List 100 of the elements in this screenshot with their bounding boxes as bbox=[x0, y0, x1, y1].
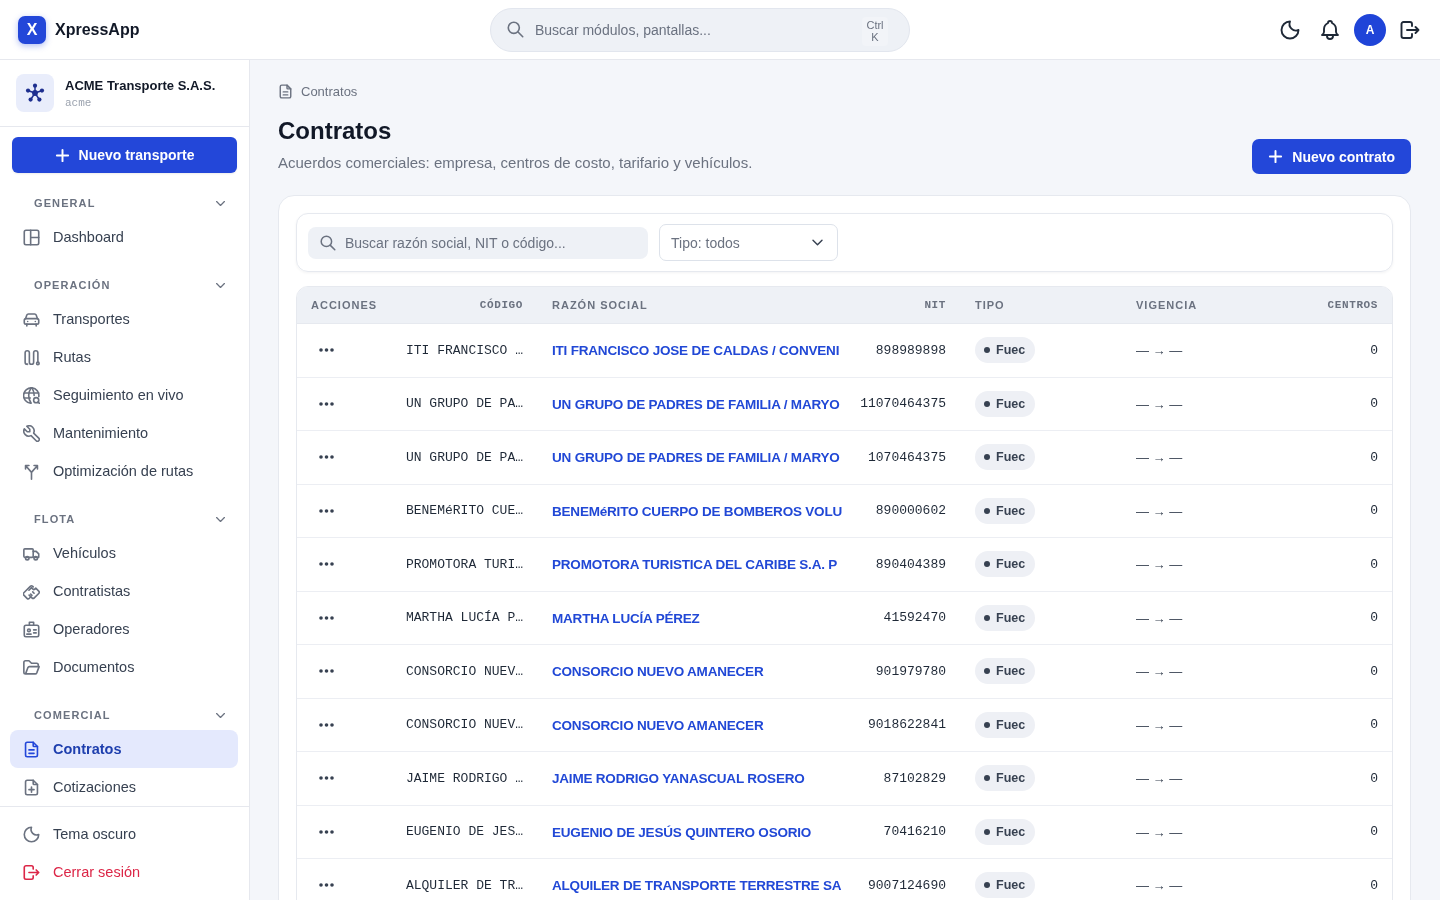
sidebar-item[interactable]: Documentos bbox=[10, 648, 238, 686]
company-link[interactable]: EUGENIO DE JESÚS QUINTERO OSORIO bbox=[552, 824, 812, 840]
dots-icon bbox=[318, 722, 334, 727]
section-heading: COMERCIAL bbox=[34, 709, 111, 721]
file-plus-icon bbox=[23, 778, 40, 796]
dots-icon bbox=[318, 401, 334, 406]
company-link[interactable]: CONSORCIO NUEVO AMANECER bbox=[552, 717, 764, 733]
company-link[interactable]: MARTHA LUCÍA PÉREZ bbox=[552, 610, 700, 626]
validity-cell: — → — bbox=[1136, 824, 1183, 840]
car-icon bbox=[23, 310, 40, 328]
moon-icon bbox=[23, 825, 40, 843]
dots-icon bbox=[318, 669, 334, 674]
wrench-icon bbox=[23, 424, 40, 442]
validity-cell: — → — bbox=[1136, 343, 1183, 359]
layout-icon bbox=[23, 228, 40, 246]
breadcrumb-item[interactable]: Contratos bbox=[301, 83, 358, 99]
nit-cell: 87102829 bbox=[883, 770, 946, 786]
organization-name: ACME Transporte S.A.S. bbox=[65, 77, 216, 93]
sidebar-item[interactable]: Mantenimiento bbox=[10, 414, 238, 452]
logout-icon bbox=[23, 863, 40, 881]
logout-button[interactable]: Cerrar sesión bbox=[10, 853, 238, 891]
nit-cell: 1070464375 bbox=[868, 449, 946, 465]
user-avatar[interactable]: A bbox=[1354, 13, 1386, 46]
section-heading: FLOTA bbox=[34, 513, 76, 525]
validity-cell: — → — bbox=[1136, 664, 1183, 680]
sidebar-item[interactable]: Contratos bbox=[10, 730, 238, 768]
sidebar-item[interactable]: Operadores bbox=[10, 610, 238, 648]
company-link[interactable]: BENEMéRITO CUERPO DE BOMBEROS VOLU bbox=[552, 503, 842, 519]
section-heading: GENERAL bbox=[34, 197, 96, 209]
column-header: TIPO bbox=[974, 299, 1006, 311]
dot-icon bbox=[984, 614, 990, 621]
code-cell: CONSORCIO NUEV… bbox=[405, 717, 523, 733]
code-cell: ALQUILER DE TR… bbox=[405, 877, 523, 893]
dot-icon bbox=[984, 400, 990, 407]
dot-icon bbox=[984, 828, 990, 835]
centers-cell: 0 bbox=[1370, 610, 1378, 626]
logout-icon[interactable] bbox=[1400, 19, 1420, 40]
sidebar-item[interactable]: Optimización de rutas bbox=[10, 452, 238, 490]
new-contract-button[interactable]: Nuevo contrato bbox=[1252, 139, 1411, 174]
search-field[interactable]: Buscar razón social, NIT o código... bbox=[308, 226, 648, 259]
document-icon bbox=[23, 740, 40, 758]
company-link[interactable]: CONSORCIO NUEVO AMANECER bbox=[552, 664, 764, 680]
column-header: CENTROS bbox=[1327, 299, 1378, 311]
column-header: RAZÓN SOCIAL bbox=[551, 299, 649, 311]
sidebar-item[interactable]: Rutas bbox=[10, 338, 238, 376]
code-cell: MARTHA LUCÍA P… bbox=[405, 610, 523, 626]
company-link[interactable]: UN GRUPO DE PADRES DE FAMILIA / MARYO bbox=[552, 396, 840, 412]
type-tag: Fuec bbox=[975, 390, 1036, 417]
sidebar-item[interactable]: Cotizaciones bbox=[10, 768, 238, 806]
validity-cell: — → — bbox=[1136, 610, 1183, 626]
dots-icon bbox=[318, 829, 334, 834]
dot-icon bbox=[984, 668, 990, 675]
company-link[interactable]: PROMOTORA TURISTICA DEL CARIBE S.A. P bbox=[552, 557, 838, 573]
organization-slug: acme bbox=[65, 96, 93, 109]
nit-cell: 70416210 bbox=[883, 824, 946, 840]
theme-toggle[interactable]: Tema oscuro bbox=[10, 815, 238, 853]
sidebar-item[interactable]: Transportes bbox=[10, 300, 238, 338]
moon-icon[interactable] bbox=[1280, 19, 1300, 40]
centers-cell: 0 bbox=[1370, 396, 1378, 412]
sidebar-item[interactable]: Dashboard bbox=[10, 218, 238, 256]
centers-cell: 0 bbox=[1370, 342, 1378, 358]
nit-cell: 898989898 bbox=[875, 342, 946, 358]
type-tag: Fuec bbox=[975, 604, 1036, 631]
centers-cell: 0 bbox=[1370, 770, 1378, 786]
centers-cell: 0 bbox=[1370, 717, 1378, 733]
plus-icon bbox=[1268, 149, 1284, 164]
sidebar-item[interactable]: Vehículos bbox=[10, 534, 238, 572]
app-logo[interactable]: X bbox=[18, 15, 46, 44]
validity-cell: — → — bbox=[1136, 717, 1183, 733]
column-header: CÓDIGO bbox=[479, 299, 523, 311]
code-cell: ITI FRANCISCO … bbox=[405, 342, 523, 358]
nit-cell: 9007124690 bbox=[868, 877, 946, 893]
dots-icon bbox=[318, 508, 334, 513]
new-transport-button[interactable]: Nuevo transporte bbox=[12, 137, 237, 173]
handshake-icon bbox=[23, 582, 40, 600]
validity-cell: — → — bbox=[1136, 878, 1183, 894]
dot-icon bbox=[984, 882, 990, 889]
type-select[interactable]: Tipo: todos bbox=[659, 224, 838, 261]
company-link[interactable]: ALQUILER DE TRANSPORTE TERRESTRE SA bbox=[552, 878, 842, 894]
sidebar-item[interactable]: Contratistas bbox=[10, 572, 238, 610]
globe-search-icon bbox=[23, 386, 40, 404]
code-cell: UN GRUPO DE PA… bbox=[405, 449, 523, 465]
bell-icon[interactable] bbox=[1320, 19, 1340, 40]
dots-icon bbox=[318, 615, 334, 620]
validity-cell: — → — bbox=[1136, 450, 1183, 466]
network-icon bbox=[16, 74, 54, 112]
dot-icon bbox=[984, 507, 990, 514]
column-header: VIGENCIA bbox=[1136, 299, 1199, 311]
company-link[interactable]: UN GRUPO DE PADRES DE FAMILIA / MARYO bbox=[552, 450, 840, 466]
type-tag: Fuec bbox=[975, 818, 1036, 845]
dot-icon bbox=[984, 721, 990, 728]
section-heading: OPERACIÓN bbox=[34, 279, 111, 291]
code-cell: PROMOTORA TURI… bbox=[405, 556, 523, 572]
centers-cell: 0 bbox=[1370, 556, 1378, 572]
page-subtitle: Acuerdos comerciales: empresa, centros de costo, tarifario y vehículos. bbox=[278, 153, 753, 173]
company-link[interactable]: ITI FRANCISCO JOSE DE CALDAS / CONVENI bbox=[552, 343, 840, 359]
centers-cell: 0 bbox=[1370, 663, 1378, 679]
company-link[interactable]: JAIME RODRIGO YANASCUAL ROSERO bbox=[552, 771, 805, 787]
validity-cell: — → — bbox=[1136, 503, 1183, 519]
sidebar-item[interactable]: Seguimiento en vivo bbox=[10, 376, 238, 414]
